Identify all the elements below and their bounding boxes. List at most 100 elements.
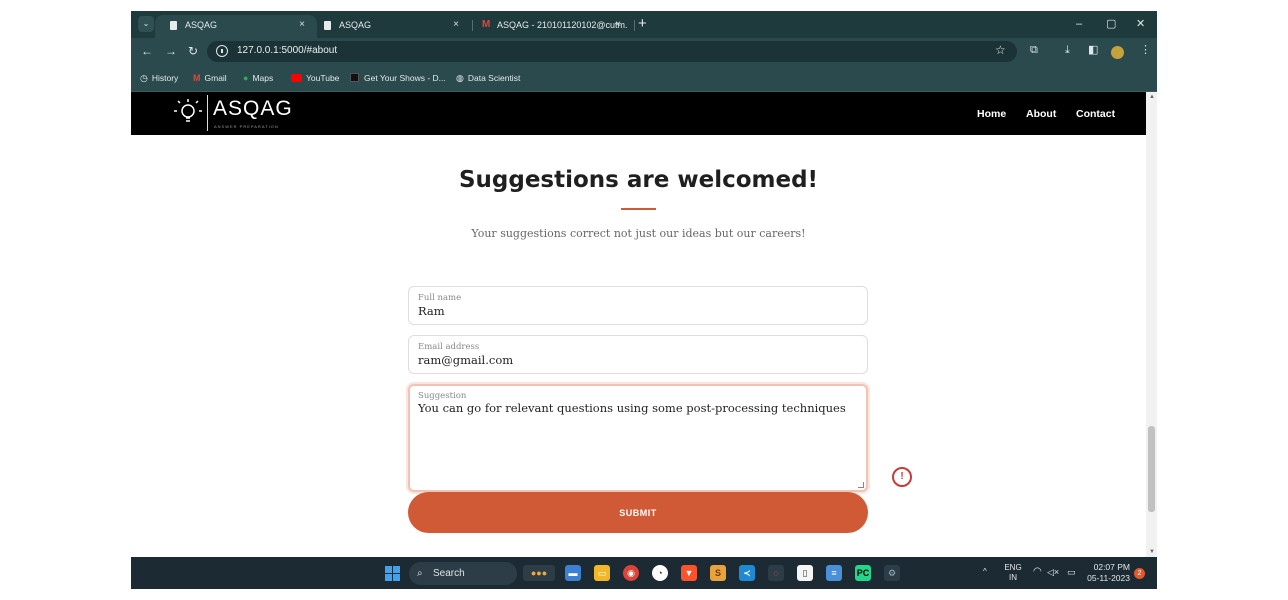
- close-window-button[interactable]: ✕: [1136, 16, 1145, 32]
- full-name-input[interactable]: Ram: [418, 304, 445, 318]
- back-arrow-icon[interactable]: ←: [141, 43, 153, 59]
- bookmark-get-your-shows[interactable]: Get Your Shows - D...: [350, 72, 446, 84]
- nav-home[interactable]: Home: [977, 108, 1006, 120]
- full-name-label: Full name: [418, 293, 462, 303]
- maps-icon: ●: [243, 73, 249, 83]
- vscode-icon[interactable]: ≺: [739, 565, 755, 581]
- pycharm-icon[interactable]: PC: [855, 565, 871, 581]
- bookmark-label: Maps: [252, 73, 274, 83]
- tab-title: ASQAG - 210101120102@cutm.: [497, 20, 628, 30]
- bookmark-maps[interactable]: ● Maps: [243, 72, 273, 84]
- tab-strip: ⌄ ASQAG × ASQAG × M ASQAG - 210101120102…: [131, 11, 1157, 38]
- new-tab-button[interactable]: +: [638, 14, 647, 34]
- minimize-button[interactable]: –: [1076, 16, 1082, 32]
- site-navbar: ASQAG ANSWER PREPARATION Home About Cont…: [131, 92, 1146, 135]
- submit-button[interactable]: SUBMIT: [408, 492, 868, 533]
- full-name-field[interactable]: Full name Ram: [408, 286, 868, 325]
- chrome-profile-icon[interactable]: ◔: [652, 565, 668, 581]
- gmail-icon: M: [193, 73, 201, 83]
- tab-close-icon[interactable]: ×: [615, 15, 621, 35]
- scroll-down-icon[interactable]: ▼: [1149, 549, 1155, 555]
- download-icon[interactable]: ⤓: [1065, 43, 1070, 57]
- extension-badge-icon[interactable]: !: [892, 467, 912, 487]
- desktop-icon[interactable]: ▬: [565, 565, 581, 581]
- bookmark-youtube[interactable]: YouTube: [291, 72, 339, 84]
- reload-icon[interactable]: ↻: [188, 43, 198, 59]
- lightbulb-logo-icon[interactable]: [173, 98, 203, 128]
- page-scrollbar[interactable]: ▲ ▼: [1146, 92, 1157, 557]
- time-text: 02:07 PM: [1093, 562, 1130, 572]
- settings-gear-icon[interactable]: ⚙: [884, 565, 900, 581]
- windows-start-icon[interactable]: [385, 566, 401, 582]
- profile-avatar[interactable]: [1111, 46, 1124, 59]
- resize-handle-icon[interactable]: [858, 482, 864, 488]
- tab-title: ASQAG: [185, 20, 218, 30]
- bookmark-label: History: [151, 73, 179, 83]
- bookmark-star-icon[interactable]: ☆: [995, 43, 1006, 57]
- heading-underline: [621, 208, 656, 210]
- side-panel-icon[interactable]: ◧: [1088, 43, 1098, 57]
- taskbar: ⌕ Search ●●● ▬ ▭ ◉ ◔ ▼ S ≺ ◌ ▯ ≡ PC ⚙ ^ …: [131, 557, 1157, 589]
- url-text[interactable]: 127.0.0.1:5000/#about: [237, 44, 337, 58]
- site-info-icon[interactable]: [216, 45, 228, 57]
- history-icon: ◷: [140, 73, 148, 83]
- language-indicator[interactable]: ENG IN: [1003, 563, 1023, 583]
- chrome-icon[interactable]: ◉: [623, 565, 639, 581]
- tab-close-icon[interactable]: ×: [453, 15, 459, 35]
- omnibox[interactable]: 127.0.0.1:5000/#about: [207, 41, 1017, 62]
- menu-kebab-icon[interactable]: ⋮: [1140, 43, 1151, 57]
- nav-about[interactable]: About: [1026, 108, 1056, 120]
- bookmark-label: Gmail: [204, 73, 227, 83]
- section-heading: Suggestions are welcomed!: [458, 167, 819, 193]
- bookmark-label: Get Your Shows - D...: [364, 73, 446, 83]
- tab-asqag-active[interactable]: ASQAG ×: [155, 15, 317, 38]
- tab-gmail[interactable]: M ASQAG - 210101120102@cutm. ×: [469, 15, 633, 38]
- section-subtitle: Your suggestions correct not just our id…: [471, 227, 806, 240]
- bookmarks-bar: ◷ History M Gmail ● Maps YouTube Get Your S…: [131, 65, 1157, 92]
- suggestion-field[interactable]: Suggestion You can go for relevant quest…: [408, 384, 868, 492]
- bookmark-label: YouTube: [306, 73, 340, 83]
- scrollbar-thumb[interactable]: [1148, 426, 1155, 512]
- bookmark-gmail[interactable]: M Gmail: [193, 72, 227, 84]
- clock[interactable]: 02:07 PM 05-11-2023: [1086, 562, 1130, 584]
- volume-muted-icon[interactable]: ◁×: [1047, 567, 1059, 577]
- widgets-icon[interactable]: ●●●: [523, 565, 555, 581]
- bookmark-data-scientist[interactable]: ◍ Data Scientist: [456, 72, 520, 84]
- suggestion-section: Suggestions are welcomed! Your suggestio…: [131, 135, 1146, 557]
- search-icon: ⌕: [417, 568, 423, 579]
- tray-chevron-icon[interactable]: ^: [983, 567, 987, 577]
- sublime-icon[interactable]: S: [710, 565, 726, 581]
- taskbar-search[interactable]: ⌕ Search: [409, 562, 517, 585]
- email-input[interactable]: ram@gmail.com: [418, 353, 513, 367]
- file-explorer-icon[interactable]: ▭: [594, 565, 610, 581]
- tab-title: ASQAG: [339, 20, 372, 30]
- email-field[interactable]: Email address ram@gmail.com: [408, 335, 868, 374]
- bookmark-label: Data Scientist: [467, 73, 521, 83]
- page-icon: [324, 21, 331, 30]
- jupyter-icon[interactable]: ◌: [768, 565, 784, 581]
- nav-contact[interactable]: Contact: [1076, 108, 1115, 120]
- email-label: Email address: [418, 342, 480, 352]
- restore-button[interactable]: ▢: [1106, 16, 1116, 32]
- notification-badge[interactable]: 2: [1134, 568, 1145, 579]
- youtube-icon: [291, 74, 302, 82]
- extensions-icon[interactable]: ⧉: [1030, 43, 1038, 57]
- tab-asqag[interactable]: ASQAG ×: [309, 15, 471, 38]
- tab-search-menu-icon[interactable]: ⌄: [138, 16, 154, 32]
- suggestion-textarea[interactable]: You can go for relevant questions using …: [418, 401, 846, 415]
- bookmark-history[interactable]: ◷ History: [140, 72, 178, 84]
- forward-arrow-icon[interactable]: →: [165, 43, 177, 59]
- tab-close-icon[interactable]: ×: [299, 15, 305, 35]
- notepad-icon[interactable]: ≡: [826, 565, 842, 581]
- region-code: IN: [1009, 573, 1017, 582]
- brave-icon[interactable]: ▼: [681, 565, 697, 581]
- globe-icon: ◍: [456, 73, 464, 83]
- language-code: ENG: [1004, 563, 1022, 572]
- date-text: 05-11-2023: [1087, 573, 1130, 583]
- document-icon[interactable]: ▯: [797, 565, 813, 581]
- battery-icon[interactable]: ▭: [1067, 567, 1076, 577]
- scroll-up-icon[interactable]: ▲: [1149, 94, 1155, 100]
- wifi-icon[interactable]: ◠: [1033, 567, 1042, 577]
- logo-text[interactable]: ASQAG: [213, 98, 293, 120]
- gmail-icon: M: [482, 19, 491, 30]
